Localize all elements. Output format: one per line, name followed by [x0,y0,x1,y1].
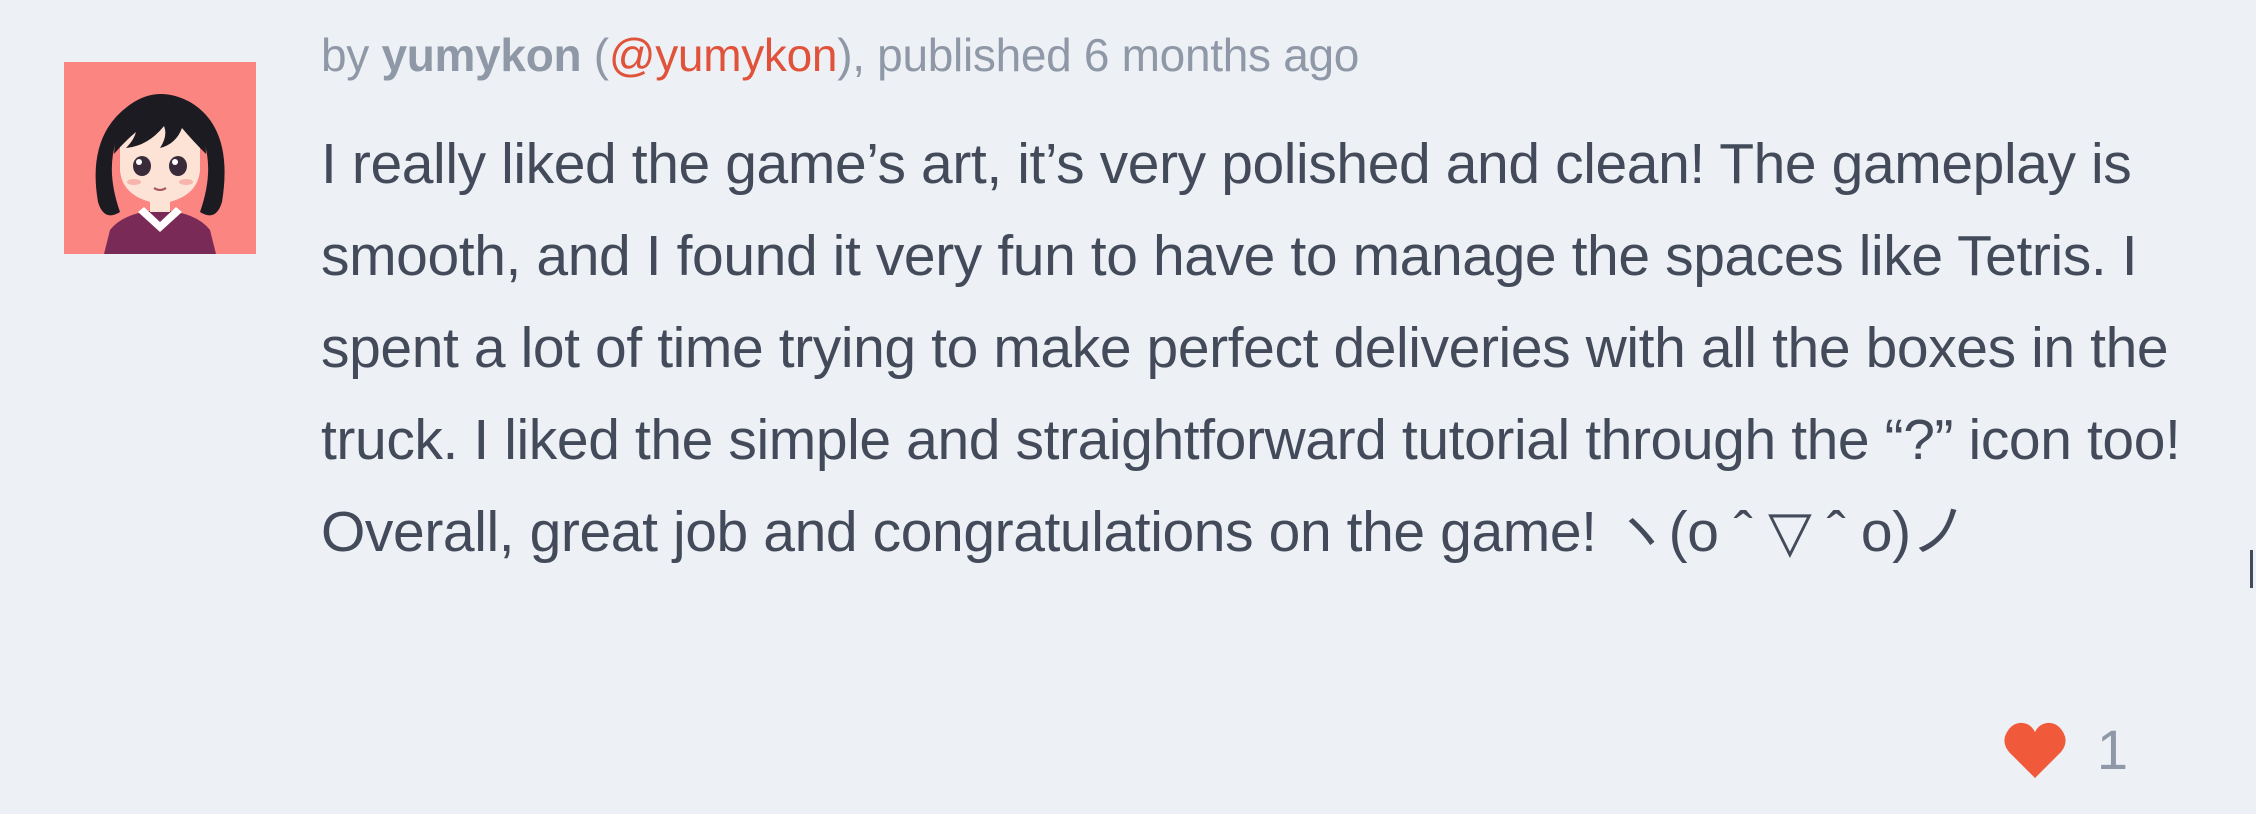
comment-body-text: I really liked the game’s art, it’s very… [321,132,2181,564]
meta-published: ), published 6 months ago [837,29,1360,81]
comment-meta: by yumykon (@yumykon), published 6 month… [321,28,1359,82]
avatar-image [64,62,256,254]
meta-handle-open: ( [581,29,609,81]
heart-icon[interactable] [2003,720,2067,780]
like-area: 1 [2003,720,2128,780]
handle-link[interactable]: @yumykon [609,29,838,81]
comment: by yumykon (@yumykon), published 6 month… [0,0,2256,814]
comment-body: I really liked the game’s art, it’s very… [321,118,2211,578]
like-count: 1 [2096,718,2128,781]
scrollbar[interactable] [2250,550,2253,588]
author-link[interactable]: yumykon [381,29,581,81]
avatar[interactable] [64,62,256,254]
meta-prefix: by [321,29,382,81]
